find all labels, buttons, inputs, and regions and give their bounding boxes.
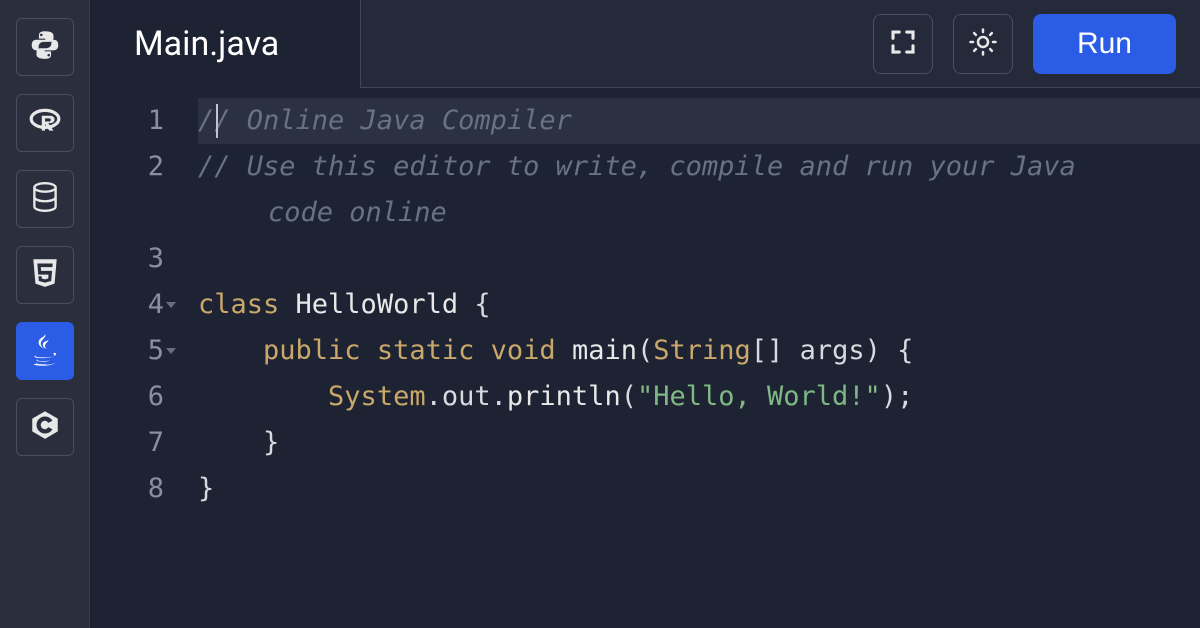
line-number: 6 [90,374,164,420]
language-sidebar [0,0,90,628]
fold-icon[interactable] [166,348,176,354]
code-line[interactable]: } [198,420,1200,466]
r-icon [28,104,62,142]
sidebar-item-java[interactable] [16,322,74,380]
sidebar-item-r[interactable] [16,94,74,152]
line-gutter: 1 2 3 4 5 6 7 8 [90,98,180,628]
line-number: 5 [90,328,164,374]
file-tab-title: Main.java [134,24,279,64]
python-icon [28,28,62,66]
line-number: 1 [90,98,164,144]
code-content[interactable]: // Online Java Compiler // Use this edit… [180,98,1200,628]
line-number: 7 [90,420,164,466]
java-icon [28,332,62,370]
sun-icon [968,27,998,60]
file-tab[interactable]: Main.java [90,0,360,88]
theme-toggle-button[interactable] [953,14,1013,74]
code-line[interactable]: class HelloWorld { [198,282,1200,328]
text-cursor [216,104,218,138]
c-icon [28,408,62,446]
code-line[interactable]: System.out.println("Hello, World!"); [198,374,1200,420]
code-line[interactable]: // Use this editor to write, compile and… [198,144,1200,190]
code-line[interactable]: } [198,466,1200,512]
header-toolbar: Run [360,0,1200,88]
sidebar-item-html[interactable] [16,246,74,304]
line-number: 4 [90,282,164,328]
html5-icon [28,256,62,294]
fullscreen-button[interactable] [873,14,933,74]
line-number: 3 [90,236,164,282]
line-number [90,190,164,236]
editor-header: Main.java Run [90,0,1200,88]
sidebar-item-python[interactable] [16,18,74,76]
run-button[interactable]: Run [1033,14,1176,74]
line-number: 2 [90,144,164,190]
code-editor[interactable]: 1 2 3 4 5 6 7 8 // Online Java Compiler … [90,88,1200,628]
main-area: Main.java Run 1 2 3 4 5 6 7 [90,0,1200,628]
line-number: 8 [90,466,164,512]
code-line[interactable]: // Online Java Compiler [198,98,1200,144]
code-line[interactable] [198,236,1200,282]
fullscreen-icon [888,27,918,60]
code-line[interactable]: public static void main(String[] args) { [198,328,1200,374]
database-icon [28,180,62,218]
sidebar-item-c[interactable] [16,398,74,456]
fold-icon[interactable] [166,302,176,308]
code-line[interactable]: code online [198,190,1200,236]
sidebar-item-sql[interactable] [16,170,74,228]
